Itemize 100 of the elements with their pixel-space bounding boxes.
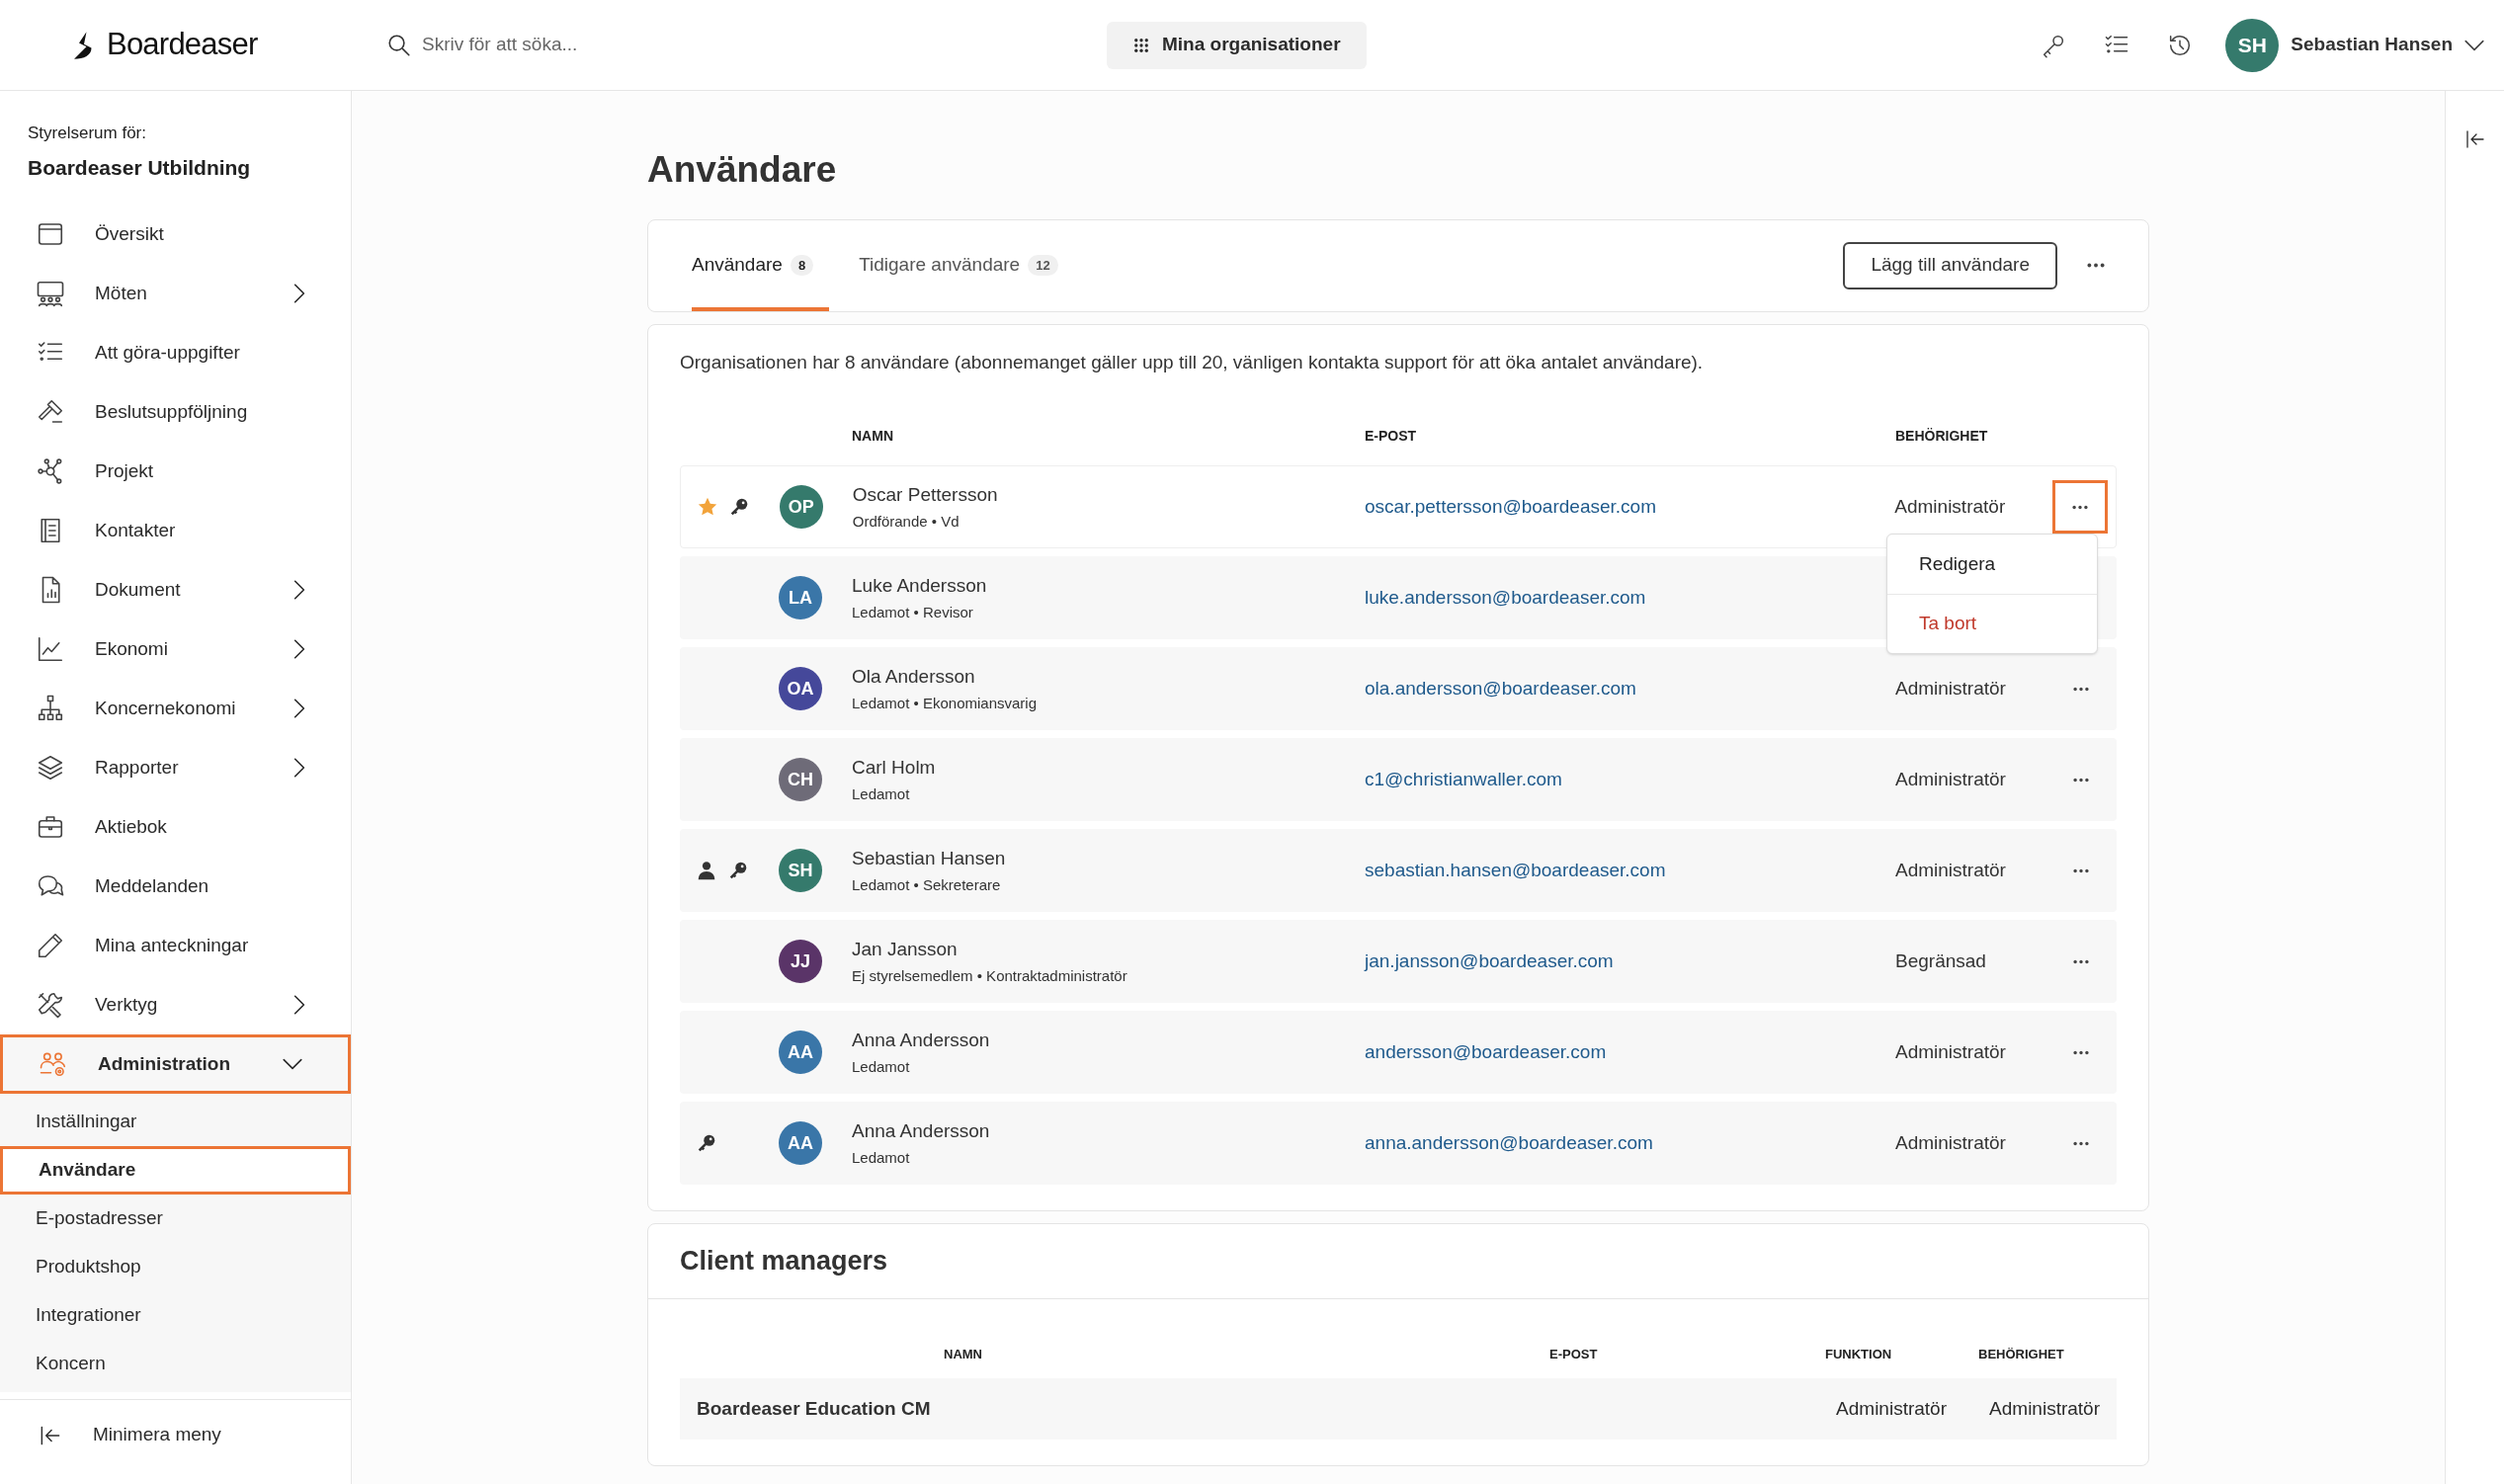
tab[interactable]: Tidigare användare 12 xyxy=(859,219,1058,311)
avatar: CH xyxy=(779,758,822,801)
user-subtitle: Ledamot xyxy=(852,1057,911,1077)
column-header: BEHÖRIGHET xyxy=(1978,1346,2064,1364)
people-icon xyxy=(36,279,65,308)
logo-text: Boardeaser xyxy=(107,26,258,64)
column-header: BEHÖRIGHET xyxy=(1895,426,1988,446)
more-icon xyxy=(2073,1049,2089,1055)
count-badge: 8 xyxy=(790,254,814,277)
add-user-button[interactable]: Lägg till användare xyxy=(1843,241,2057,289)
nav-subitem[interactable]: Integrationer xyxy=(0,1291,351,1340)
tab[interactable]: Användare 8 xyxy=(692,219,830,311)
org-label: Styrelserum för: xyxy=(28,123,147,144)
user-name: Oscar Pettersson xyxy=(852,482,999,507)
user-name: Sebastian Hansen xyxy=(2291,33,2453,57)
manager-name: Boardeaser Education CM xyxy=(697,1396,932,1421)
user-name: Ola Andersson xyxy=(852,664,976,689)
more-icon xyxy=(2073,958,2089,964)
user-subtitle: Ledamot xyxy=(852,784,911,804)
menu-item[interactable]: Ta bort xyxy=(1887,594,2097,653)
user-subtitle: Ledamot • Sekreterare xyxy=(852,875,1002,895)
avatar: LA xyxy=(779,576,822,619)
user-subtitle: Ledamot • Ekonomiansvarig xyxy=(852,694,1039,713)
email-link[interactable]: ola.andersson@boardeaser.com xyxy=(1365,674,1895,703)
user-row[interactable]: AA Anna Andersson Ledamot anna.andersson@boardeaser.com Administratör xyxy=(680,1102,2117,1185)
nav-item[interactable]: Att göra-uppgifter xyxy=(0,323,351,382)
nav-item[interactable]: Ekonomi xyxy=(0,619,351,679)
nav-item[interactable]: Verktyg xyxy=(0,975,351,1034)
avatar: JJ xyxy=(779,940,822,983)
function-text: Administratör xyxy=(1836,1396,1948,1421)
nav-item[interactable]: Mina anteckningar xyxy=(0,916,351,975)
user-name: Carl Holm xyxy=(852,755,937,780)
more-icon xyxy=(2073,686,2089,692)
org-name: Boardeaser Utbildning xyxy=(28,154,252,181)
avatar: AA xyxy=(779,1121,822,1165)
nav-item[interactable]: Administration xyxy=(0,1034,351,1094)
user-name: Anna Andersson xyxy=(852,1118,991,1143)
nav-item[interactable]: Kontakter xyxy=(0,501,351,560)
more-icon xyxy=(2087,263,2105,268)
hierarchy-icon xyxy=(36,694,65,723)
nav-item[interactable]: Beslutsuppföljning xyxy=(0,382,351,442)
user-name: Anna Andersson xyxy=(852,1028,991,1052)
role-text: Administratör xyxy=(1895,858,2007,882)
nav-item[interactable]: Översikt xyxy=(0,205,351,264)
email-link[interactable]: c1@christianwaller.com xyxy=(1365,765,1895,794)
nav-subitem[interactable]: Användare xyxy=(0,1146,351,1195)
collapse-menu-button[interactable]: Minimera meny xyxy=(0,1399,351,1470)
user-row[interactable]: OA Ola Andersson Ledamot • Ekonomiansvarig ola.andersson@boardeaser.com Administratör xyxy=(680,647,2117,730)
chevron-down-icon xyxy=(2464,39,2484,51)
user-subtitle: Ej styrelsemedlem • Kontraktadministratör xyxy=(852,966,1128,986)
user-menu[interactable]: SH Sebastian Hansen xyxy=(2225,18,2484,72)
user-row[interactable]: CH Carl Holm Ledamot c1@christianwaller.com Administratör xyxy=(680,738,2117,821)
email-link[interactable]: andersson@boardeaser.com xyxy=(1365,1037,1895,1067)
user-name: Sebastian Hansen xyxy=(852,846,1007,870)
column-header: FUNKTION xyxy=(1825,1346,1893,1364)
avatar: SH xyxy=(2225,18,2280,72)
nav-item[interactable]: Meddelanden xyxy=(0,857,351,916)
email-link[interactable]: jan.jansson@boardeaser.com xyxy=(1365,947,1895,976)
nav-subitem[interactable]: Produktshop xyxy=(0,1243,351,1291)
search-input[interactable]: Skriv för att söka... xyxy=(422,31,817,59)
user-row[interactable]: JJ Jan Jansson Ej styrelsemedlem • Kontraktadministratör jan.jansson@boardeaser.com Begränsad xyxy=(680,920,2117,1003)
email-link[interactable]: oscar.pettersson@boardeaser.com xyxy=(1365,492,1895,522)
info-text: Organisationen har 8 användare (abonnemanget gäller upp till 20, vänligen kontakta support för att öka antalet användare). xyxy=(680,350,1705,374)
nav-item[interactable]: Koncernekonomi xyxy=(0,679,351,738)
search-icon xyxy=(388,34,410,56)
avatar: AA xyxy=(779,1031,822,1074)
role-text: Administratör xyxy=(1989,1396,2100,1421)
avatar: OP xyxy=(779,485,823,529)
organizations-button[interactable]: Mina organisationer xyxy=(1107,21,1367,69)
user-subtitle: Ledamot • Revisor xyxy=(852,603,974,622)
email-link[interactable]: sebastian.hansen@boardeaser.com xyxy=(1365,856,1895,885)
column-header: NAMN xyxy=(944,1346,983,1364)
nav-item[interactable]: Möten xyxy=(0,264,351,323)
more-icon xyxy=(2072,504,2089,510)
more-button[interactable] xyxy=(2087,263,2105,268)
column-header: E-POST xyxy=(1549,1346,1599,1364)
user-row[interactable]: AA Anna Andersson Ledamot andersson@boardeaser.com Administratör xyxy=(680,1011,2117,1094)
nav-item[interactable]: Projekt xyxy=(0,442,351,501)
nav-item[interactable]: Dokument xyxy=(0,560,351,619)
page-title: Användare xyxy=(647,148,838,192)
nav-item[interactable]: Rapporter xyxy=(0,738,351,797)
tools-icon xyxy=(36,990,65,1020)
nav-subitem[interactable]: E-postadresser xyxy=(0,1195,351,1243)
role-text: Administratör xyxy=(1895,1039,2007,1064)
email-link[interactable]: anna.andersson@boardeaser.com xyxy=(1365,1128,1895,1158)
user-subtitle: Ordförande • Vd xyxy=(852,512,960,532)
nav-item[interactable]: Aktiebok xyxy=(0,797,351,857)
more-icon xyxy=(2073,867,2089,873)
user-row[interactable]: SH Sebastian Hansen Ledamot • Sekreterare sebastian.hansen@boardeaser.com Administratör xyxy=(680,829,2117,912)
grid-icon xyxy=(1132,36,1150,54)
section-title: Client managers xyxy=(680,1245,888,1278)
user-subtitle: Ledamot xyxy=(852,1148,911,1168)
role-text: Administratör xyxy=(1894,494,2007,519)
more-icon xyxy=(2073,1140,2089,1146)
more-icon xyxy=(2073,777,2089,783)
role-text: Administratör xyxy=(1895,1130,2007,1155)
column-header: NAMN xyxy=(852,426,894,446)
nav-subitem[interactable]: Inställningar xyxy=(0,1098,351,1146)
nav-subitem[interactable]: Koncern xyxy=(0,1340,351,1388)
row-menu-button[interactable] xyxy=(2052,480,2108,534)
